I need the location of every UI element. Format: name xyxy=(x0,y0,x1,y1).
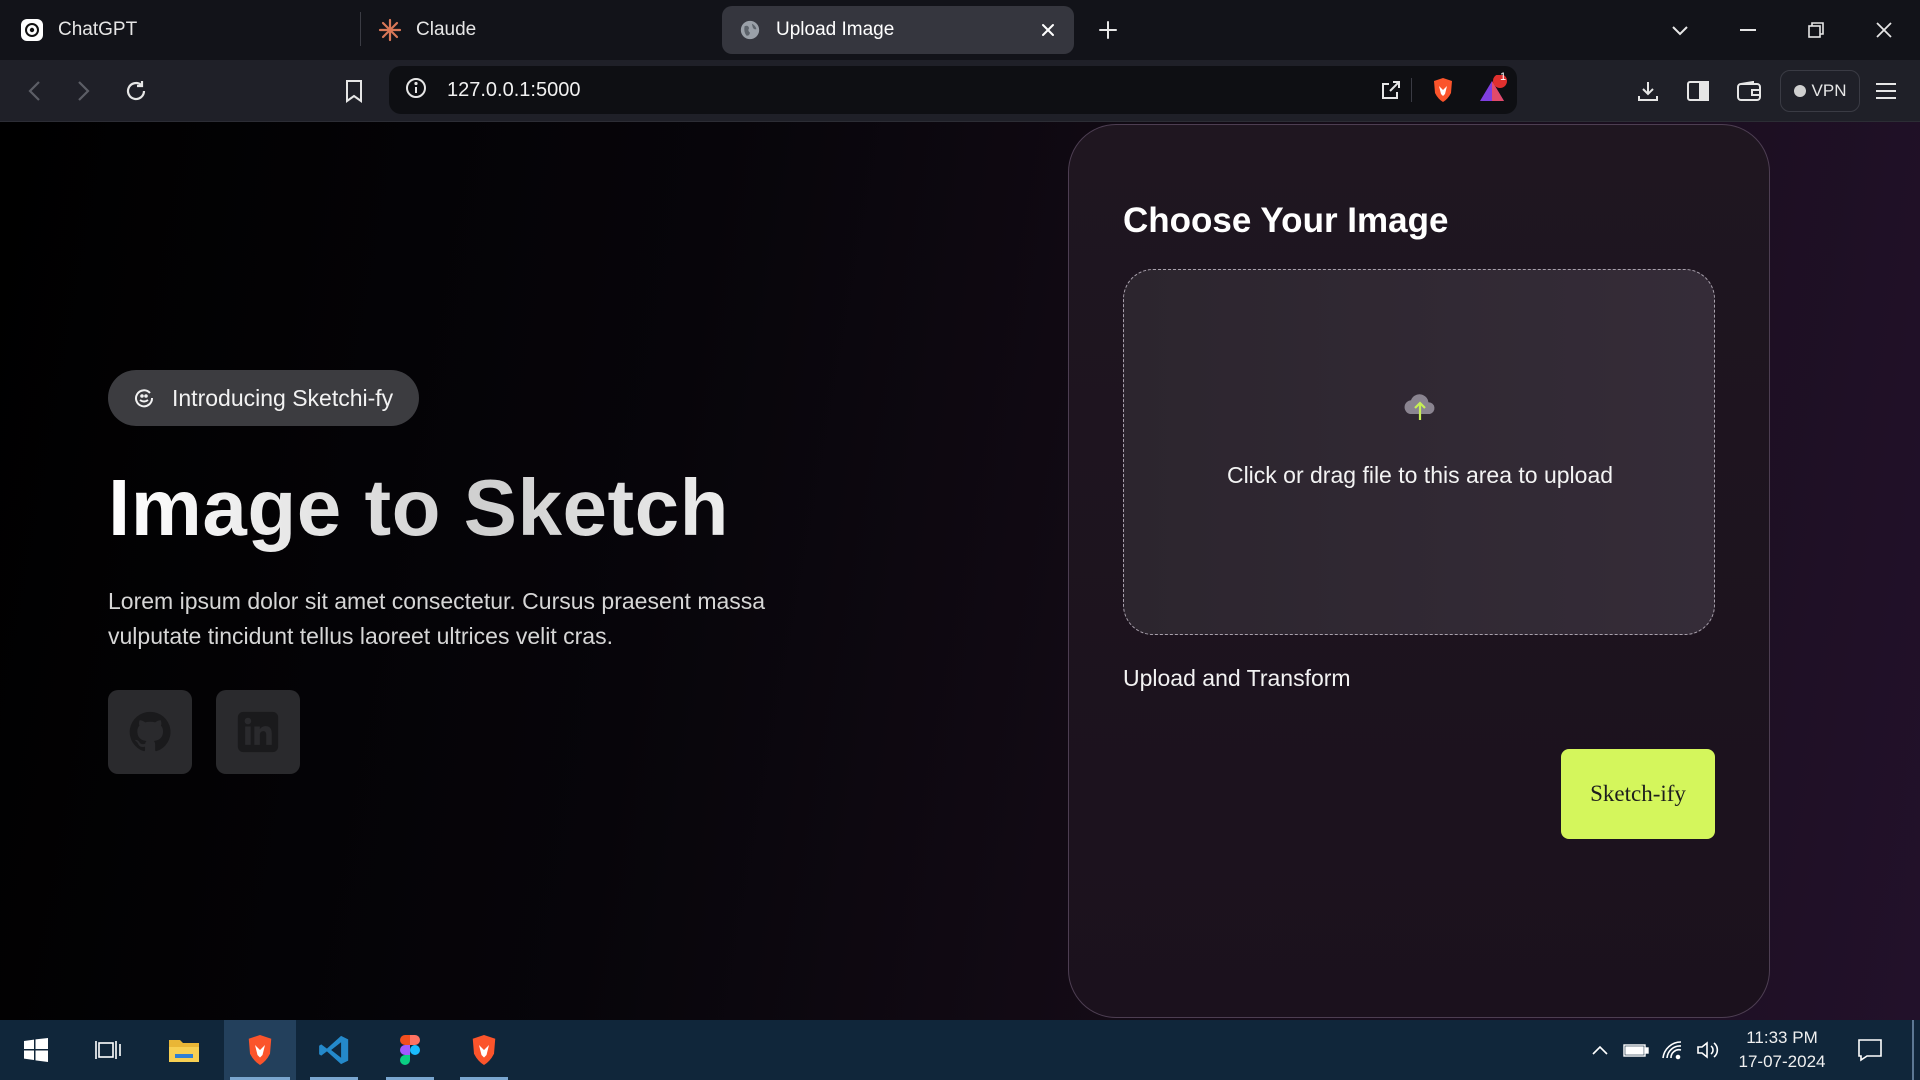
chatgpt-icon xyxy=(20,18,44,42)
figma-icon xyxy=(400,1035,420,1065)
windows-icon xyxy=(24,1038,48,1062)
brave-rewards-icon[interactable]: 1 xyxy=(1471,66,1515,114)
menu-icon[interactable] xyxy=(1868,73,1904,109)
github-link[interactable] xyxy=(108,690,192,774)
address-url[interactable]: 127.0.0.1:5000 xyxy=(447,79,580,102)
sidebar-toggle-icon[interactable] xyxy=(1680,73,1716,109)
smile-icon xyxy=(134,388,154,408)
dropzone-text: Click or drag file to this area to uploa… xyxy=(1226,462,1614,488)
address-bar[interactable]: 127.0.0.1:5000 1 xyxy=(389,66,1517,114)
tab-separator xyxy=(360,12,361,46)
vpn-button[interactable]: VPN xyxy=(1780,70,1860,112)
tab-claude[interactable]: Claude xyxy=(378,6,718,54)
bookmark-icon[interactable] xyxy=(336,73,372,109)
globe-icon xyxy=(738,18,762,42)
file-explorer-button[interactable] xyxy=(154,1020,214,1080)
vscode-icon xyxy=(319,1035,349,1065)
task-view-button[interactable] xyxy=(78,1020,138,1080)
brave-shields-icon[interactable] xyxy=(1423,66,1463,114)
task-view-icon xyxy=(95,1041,121,1059)
hero-description: Lorem ipsum dolor sit amet consectetur. … xyxy=(108,588,766,649)
windows-taskbar: 11:33 PM 17-07-2024 xyxy=(0,1020,1920,1080)
brave-taskbar-button[interactable] xyxy=(224,1020,296,1080)
wallet-icon[interactable] xyxy=(1731,73,1767,109)
tab-label: ChatGPT xyxy=(58,19,138,40)
tray-chevron-up-icon[interactable] xyxy=(1584,1034,1616,1066)
brave-second-taskbar-button[interactable] xyxy=(454,1020,514,1080)
wifi-icon[interactable] xyxy=(1656,1034,1688,1066)
linkedin-link[interactable] xyxy=(216,690,300,774)
tab-chatgpt[interactable]: ChatGPT xyxy=(20,6,360,54)
page-title: Image to Sketch xyxy=(108,463,730,552)
tab-search-chevron-icon[interactable] xyxy=(1664,14,1696,46)
reload-button[interactable] xyxy=(118,73,154,109)
vpn-status-icon xyxy=(1793,85,1806,97)
brave-icon xyxy=(248,1035,272,1065)
badge-label: Introducing Sketchi-fy xyxy=(172,384,394,411)
minimize-button[interactable] xyxy=(1732,14,1764,46)
vscode-taskbar-button[interactable] xyxy=(304,1020,364,1080)
system-clock[interactable]: 11:33 PM 17-07-2024 xyxy=(1734,1026,1830,1074)
clock-date: 17-07-2024 xyxy=(1738,1052,1826,1071)
browser-tab-strip: ChatGPT Claude Upload Image xyxy=(0,0,1920,60)
omnibox-divider xyxy=(1411,78,1412,102)
upload-card: Choose Your Image Click or drag file to … xyxy=(1068,124,1770,1018)
start-button[interactable] xyxy=(6,1020,66,1080)
forward-button[interactable] xyxy=(66,73,102,109)
download-icon[interactable] xyxy=(1630,73,1666,109)
browser-toolbar: 127.0.0.1:5000 1 VPN xyxy=(0,60,1920,122)
folder-icon xyxy=(169,1040,199,1062)
tab-label: Upload Image xyxy=(776,19,895,40)
file-dropzone[interactable]: Click or drag file to this area to uploa… xyxy=(1123,269,1715,635)
cloud-upload-icon xyxy=(1404,394,1435,420)
close-icon[interactable] xyxy=(1036,18,1060,42)
card-title: Choose Your Image xyxy=(1123,201,1449,240)
vpn-label: VPN xyxy=(1811,81,1847,100)
tab-label: Claude xyxy=(416,19,477,40)
volume-icon[interactable] xyxy=(1692,1034,1724,1066)
github-icon xyxy=(129,711,171,752)
back-button[interactable] xyxy=(16,73,52,109)
tab-upload-image[interactable]: Upload Image xyxy=(722,6,1074,54)
upload-label: Upload and Transform xyxy=(1123,665,1351,691)
share-icon[interactable] xyxy=(1371,66,1411,114)
sketchify-button[interactable]: Sketch-ify xyxy=(1561,749,1715,839)
show-desktop-button[interactable] xyxy=(1912,1020,1914,1080)
linkedin-icon xyxy=(237,711,279,753)
figma-taskbar-button[interactable] xyxy=(380,1020,440,1080)
notification-badge: 1 xyxy=(1499,71,1507,83)
battery-icon[interactable] xyxy=(1620,1034,1652,1066)
notification-center-icon[interactable] xyxy=(1854,1034,1886,1066)
intro-badge: Introducing Sketchi-fy xyxy=(108,370,420,426)
clock-time: 11:33 PM xyxy=(1746,1028,1818,1047)
web-page: Introducing Sketchi-fy Image to Sketch L… xyxy=(0,122,1920,1020)
claude-icon xyxy=(378,18,402,42)
site-info-icon[interactable] xyxy=(405,77,427,104)
restore-button[interactable] xyxy=(1800,14,1832,46)
close-window-button[interactable] xyxy=(1868,14,1900,46)
brave-icon xyxy=(472,1035,496,1065)
new-tab-button[interactable] xyxy=(1094,16,1122,44)
